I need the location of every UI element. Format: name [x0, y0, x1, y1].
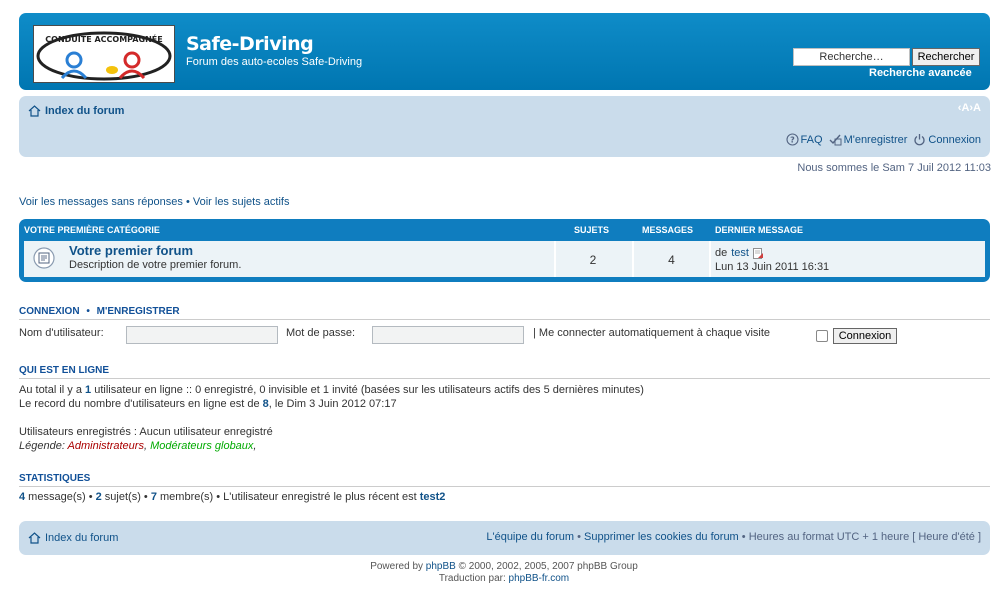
powered-by-line: Powered by phpBB © 2000, 2002, 2005, 200…	[0, 561, 1008, 573]
site-logo[interactable]: CONDUITE ACCOMPAGNÉE	[33, 25, 175, 83]
lastpost-date: Lun 13 Juin 2011 16:31	[715, 261, 830, 273]
forum-row: Votre premier forum Description de votre…	[24, 241, 985, 277]
stats-section-header: Statistiques	[19, 473, 990, 487]
forum-topics-count: 2	[589, 253, 597, 267]
footer-navbar: Index du forum L'équipe du forum • Suppr…	[19, 521, 990, 555]
translation-line: Traduction par: phpBB-fr.com	[0, 573, 1008, 585]
delete-cookies-link[interactable]: Supprimer les cookies du forum	[584, 531, 739, 543]
autologin-label: | Me connecter automatiquement à chaque …	[533, 327, 771, 339]
home-icon	[28, 105, 41, 117]
copyright-text: © 2000, 2002, 2005, 2007 phpBB Group	[455, 561, 638, 572]
footer-separator: •	[574, 531, 585, 543]
register-icon	[829, 134, 842, 146]
stats-posts-label: message(s) •	[25, 491, 96, 503]
logo-image: CONDUITE ACCOMPAGNÉE	[36, 31, 172, 81]
username-label: Nom d'utilisateur:	[19, 327, 104, 339]
online-record-date: , le Dim 3 Juin 2012 07:17	[268, 398, 397, 410]
login-header-separator: •	[86, 306, 90, 317]
posts-header: Messages	[642, 225, 694, 235]
lastpost-header: Dernier message	[715, 225, 804, 235]
footer-index-link[interactable]: Index du forum	[28, 532, 118, 544]
search-button[interactable]: Rechercher	[912, 48, 980, 66]
login-section-header: Connexion • M'enregistrer	[19, 306, 990, 320]
legend-admins-link[interactable]: Administrateurs	[68, 440, 144, 452]
stats-line: 4 message(s) • 2 sujet(s) • 7 membre(s) …	[19, 491, 445, 503]
online-record: Le record du nombre d'utilisateurs en li…	[19, 398, 397, 410]
login-button[interactable]: Connexion	[833, 328, 897, 344]
unanswered-posts-link[interactable]: Voir les messages sans réponses	[19, 196, 183, 208]
lastpost-author-prefix: de	[715, 247, 728, 259]
nav-user-links: ? FAQ M'enregistrer Connexion	[785, 133, 981, 146]
lastpost-author: de test	[715, 247, 764, 259]
forum-read-icon	[33, 247, 55, 269]
font-size-toggle[interactable]: ‹A›A	[958, 102, 981, 114]
active-topics-link[interactable]: Voir les sujets actifs	[193, 196, 290, 208]
newest-user-link[interactable]: test2	[420, 491, 446, 503]
legend-label: Légende:	[19, 440, 68, 452]
register-header-link[interactable]: M'enregistrer	[97, 306, 180, 317]
breadcrumb-index[interactable]: Index du forum	[28, 105, 124, 117]
login-header-link[interactable]: Connexion	[19, 306, 80, 317]
forum-description: Description de votre premier forum.	[69, 259, 242, 271]
svg-text:CONDUITE ACCOMPAGNÉE: CONDUITE ACCOMPAGNÉE	[45, 33, 162, 44]
site-title[interactable]: Safe-Driving	[186, 33, 314, 55]
legend-separator: ,	[253, 440, 257, 452]
registered-users: Utilisateurs enregistrés : Aucun utilisa…	[19, 426, 273, 438]
stats-members-label: membre(s) • L'utilisateur enregistré le …	[156, 491, 420, 503]
current-datetime: Nous sommes le Sam 7 Juil 2012 11:03	[797, 162, 991, 174]
legend-mods-link[interactable]: Modérateurs globaux	[150, 440, 253, 452]
username-input[interactable]	[126, 326, 278, 344]
lastpost-author-link[interactable]: test	[731, 247, 749, 259]
register-link[interactable]: M'enregistrer	[829, 133, 908, 146]
site-header: CONDUITE ACCOMPAGNÉE Safe-Driving Forum …	[19, 13, 990, 90]
category-header[interactable]: Votre première catégorie	[24, 225, 160, 235]
search-input[interactable]	[793, 48, 910, 66]
phpbb-fr-link[interactable]: phpBB-fr.com	[509, 573, 570, 584]
advanced-search-link[interactable]: Recherche avancée	[869, 67, 972, 79]
footer-links: L'équipe du forum • Supprimer les cookie…	[486, 531, 981, 543]
copyright: Powered by phpBB © 2000, 2002, 2005, 200…	[0, 561, 1008, 585]
footer-separator: •	[738, 531, 749, 543]
register-label: M'enregistrer	[843, 133, 908, 146]
translation-text: Traduction par:	[438, 573, 509, 584]
view-latest-post-icon[interactable]	[753, 247, 764, 259]
online-record-text: Le record du nombre d'utilisateurs en li…	[19, 398, 263, 410]
faq-label: FAQ	[800, 133, 823, 146]
login-link[interactable]: Connexion	[913, 133, 981, 146]
online-total-details: utilisateur en ligne :: 0 enregistré, 0 …	[91, 384, 644, 396]
quick-links: Voir les messages sans réponses • Voir l…	[19, 196, 289, 208]
legend: Légende: Administrateurs, Modérateurs gl…	[19, 440, 256, 452]
team-link[interactable]: L'équipe du forum	[486, 531, 574, 543]
power-icon	[914, 134, 925, 146]
footer-index-label: Index du forum	[45, 532, 119, 544]
password-label: Mot de passe:	[286, 327, 356, 339]
timezone-info: Heures au format UTC + 1 heure [ Heure d…	[748, 531, 981, 543]
phpbb-link[interactable]: phpBB	[426, 561, 456, 572]
faq-link[interactable]: ? FAQ	[785, 133, 823, 146]
home-icon	[28, 532, 41, 544]
powered-by-text: Powered by	[370, 561, 426, 572]
autologin-checkbox[interactable]	[816, 330, 828, 342]
site-description: Forum des auto-ecoles Safe-Driving	[186, 56, 363, 68]
breadcrumb-index-label: Index du forum	[45, 105, 125, 117]
forum-list: Votre première catégorie Sujets Messages…	[19, 219, 990, 282]
help-icon: ?	[785, 133, 799, 146]
stats-topics-label: sujet(s) •	[101, 491, 151, 503]
online-total-text: Au total il y a	[19, 384, 86, 396]
forum-posts-count: 4	[668, 253, 675, 267]
forum-title-link[interactable]: Votre premier forum	[69, 243, 193, 258]
navbar: Index du forum ‹A›A ? FAQ M'enregistrer …	[19, 96, 990, 157]
topics-header: Sujets	[574, 225, 610, 235]
column-divider	[709, 241, 711, 277]
online-section-header: Qui est en ligne	[19, 365, 990, 379]
online-total: Au total il y a 1 utilisateur en ligne :…	[19, 384, 644, 396]
quick-links-separator: •	[185, 196, 190, 208]
svg-text:?: ?	[790, 136, 795, 145]
password-input[interactable]	[372, 326, 524, 344]
login-label: Connexion	[928, 133, 981, 146]
